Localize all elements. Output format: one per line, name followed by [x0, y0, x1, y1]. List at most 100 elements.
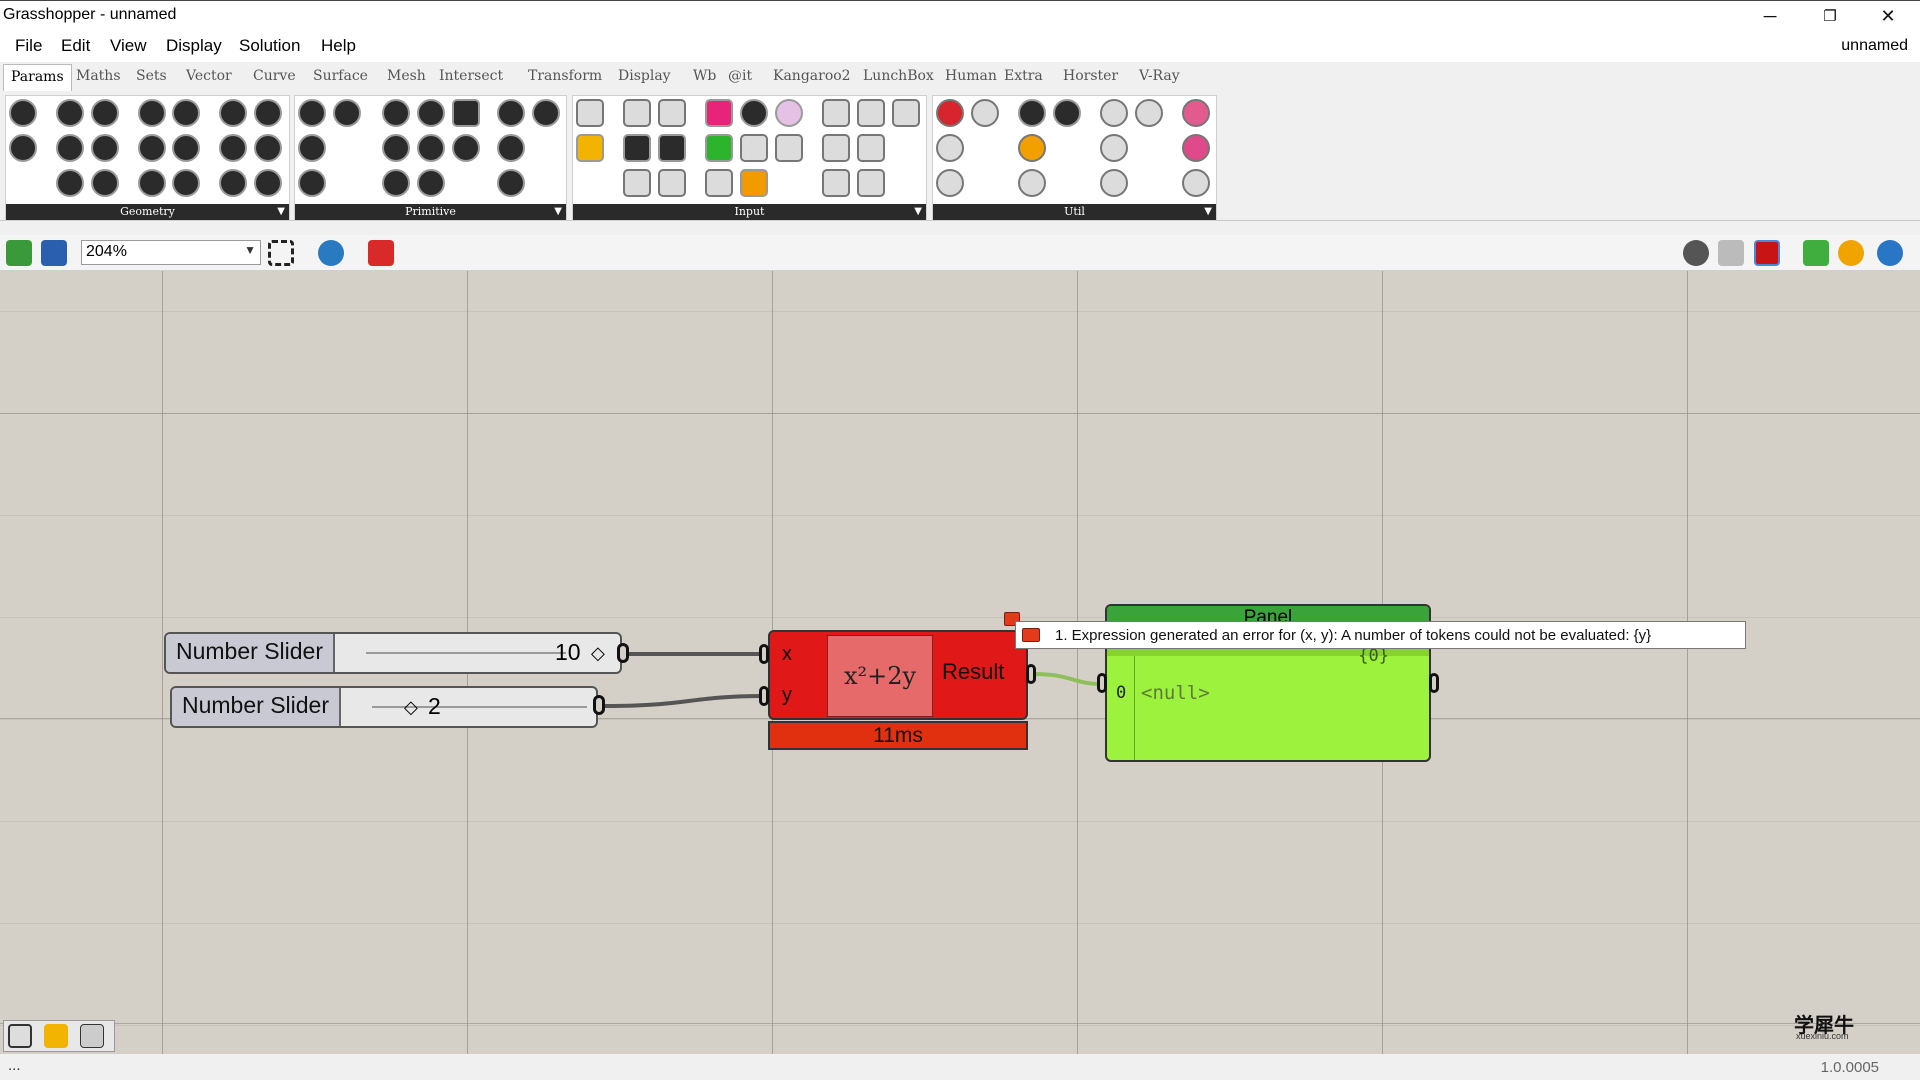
boolean-toggle-icon[interactable]: [623, 99, 651, 127]
panel-widget-icon[interactable]: [8, 1024, 32, 1048]
close-button[interactable]: ✕: [1860, 1, 1916, 31]
import-3dm-cam-icon[interactable]: [822, 99, 850, 127]
input-x-label[interactable]: x: [782, 643, 792, 666]
geometry-cache-icon[interactable]: [254, 99, 282, 127]
menu-display[interactable]: Display: [166, 36, 222, 56]
data-param-icon[interactable]: [497, 134, 525, 162]
md-slider-icon[interactable]: [658, 169, 686, 197]
galapagos-icon[interactable]: [1018, 99, 1046, 127]
expr-input-x-grip[interactable]: [759, 644, 769, 664]
number-slider-2[interactable]: Number Slider ◇ 2: [170, 686, 598, 728]
menu-edit[interactable]: Edit: [61, 36, 90, 56]
tab-intersect[interactable]: Intersect: [439, 68, 503, 84]
read-file-icon[interactable]: [892, 99, 920, 127]
expr-input-y-grip[interactable]: [759, 686, 769, 706]
import-image-icon[interactable]: [857, 99, 885, 127]
arrow-icon[interactable]: [1100, 134, 1128, 162]
cherry-picker-icon[interactable]: [936, 99, 964, 127]
tab-vray[interactable]: V-Ray: [1139, 68, 1180, 84]
zoom-select[interactable]: 204% ▼: [81, 240, 261, 265]
import-3dm-icon[interactable]: [822, 134, 850, 162]
brep-param-icon[interactable]: [172, 99, 200, 127]
import-xyz-icon[interactable]: [822, 169, 850, 197]
mesh-face-icon[interactable]: [172, 169, 200, 197]
domain-param-icon[interactable]: [417, 99, 445, 127]
text-param-icon[interactable]: [333, 99, 361, 127]
field-param-icon[interactable]: [56, 169, 84, 197]
import-pdb-icon[interactable]: [857, 134, 885, 162]
tab-lunchbox[interactable]: LunchBox: [863, 68, 934, 84]
preview-wire-icon[interactable]: [1683, 240, 1709, 266]
preview-mesh-icon[interactable]: [1803, 240, 1829, 266]
tab-mesh[interactable]: Mesh: [387, 68, 426, 84]
rectangle-param-icon[interactable]: [172, 134, 200, 162]
slider-knob-icon[interactable]: ◇: [591, 643, 605, 664]
gallery-icon[interactable]: [740, 169, 768, 197]
tab-horster[interactable]: Horster: [1063, 68, 1118, 84]
integer-param-icon[interactable]: [298, 134, 326, 162]
path-param-icon[interactable]: [497, 99, 525, 127]
point-param-icon[interactable]: [138, 134, 166, 162]
data-input-icon[interactable]: [576, 99, 604, 127]
transform-param-icon[interactable]: [219, 169, 247, 197]
twisted-box-icon[interactable]: [254, 134, 282, 162]
function-icon[interactable]: [1182, 169, 1210, 197]
tab-at-it[interactable]: @it: [728, 68, 752, 84]
clock-icon[interactable]: [740, 99, 768, 127]
shader-param-icon[interactable]: [532, 99, 560, 127]
tab-params[interactable]: Params: [3, 64, 72, 91]
group-label-primitive[interactable]: Primitive ▼: [295, 204, 566, 220]
tab-display[interactable]: Display: [618, 68, 671, 84]
button-input-icon[interactable]: [623, 134, 651, 162]
data-dam-tree-icon[interactable]: [936, 134, 964, 162]
octopus-icon[interactable]: [1053, 99, 1081, 127]
save-file-icon[interactable]: [41, 240, 67, 266]
menu-help[interactable]: Help: [321, 36, 356, 56]
menu-view[interactable]: View: [110, 36, 147, 56]
group-label-util[interactable]: Util ▼: [933, 204, 1216, 220]
cluster-icon[interactable]: [936, 169, 964, 197]
tab-surface[interactable]: Surface: [313, 68, 368, 84]
time-param-icon[interactable]: [452, 134, 480, 162]
colour-swatch-icon[interactable]: [705, 134, 733, 162]
group-param-icon[interactable]: [91, 169, 119, 197]
spell-check-icon[interactable]: [971, 99, 999, 127]
curve-param-icon[interactable]: [219, 99, 247, 127]
calendar-icon[interactable]: [705, 169, 733, 197]
panel-output-grip[interactable]: [1429, 673, 1439, 693]
matrix-param-icon[interactable]: [452, 99, 480, 127]
tab-sets[interactable]: Sets: [136, 68, 167, 84]
value-list-icon[interactable]: [658, 99, 686, 127]
menu-file[interactable]: File: [15, 36, 42, 56]
tab-extra[interactable]: Extra: [1004, 68, 1043, 84]
digit-scroller-icon[interactable]: [623, 169, 651, 197]
preview-shaded-icon[interactable]: [1718, 240, 1744, 266]
slider-knob-icon[interactable]: ◇: [404, 697, 418, 718]
complex-param-icon[interactable]: [382, 169, 410, 197]
tab-wb[interactable]: Wb: [693, 68, 716, 84]
slider-track[interactable]: [366, 652, 566, 654]
expression-component[interactable]: x y x²+2y Result: [768, 630, 1028, 720]
tab-kangaroo2[interactable]: Kangaroo2: [773, 68, 851, 84]
display-globe-icon[interactable]: [1877, 240, 1903, 266]
import-shp-icon[interactable]: [857, 169, 885, 197]
data-input-widget-icon[interactable]: [80, 1024, 104, 1048]
preview-eye-icon[interactable]: [318, 240, 344, 266]
zoom-extents-icon[interactable]: [268, 240, 294, 266]
fitness-arrow-icon[interactable]: [1100, 99, 1128, 127]
flask-icon[interactable]: [1182, 134, 1210, 162]
graph-mapper-icon[interactable]: [576, 134, 604, 162]
atom-param-icon[interactable]: [138, 169, 166, 197]
tab-curve[interactable]: Curve: [253, 68, 296, 84]
slider1-output-grip[interactable]: [617, 643, 629, 663]
interval-param-icon[interactable]: [382, 134, 410, 162]
colour-param-icon[interactable]: [382, 99, 410, 127]
pen-icon[interactable]: [1018, 169, 1046, 197]
tab-maths[interactable]: Maths: [76, 68, 121, 84]
line-param-icon[interactable]: [9, 134, 37, 162]
arc-param-icon[interactable]: [91, 99, 119, 127]
plane-param-icon[interactable]: [91, 134, 119, 162]
domain2-param-icon[interactable]: [417, 134, 445, 162]
menu-solution[interactable]: Solution: [239, 36, 300, 56]
open-file-icon[interactable]: [6, 240, 32, 266]
